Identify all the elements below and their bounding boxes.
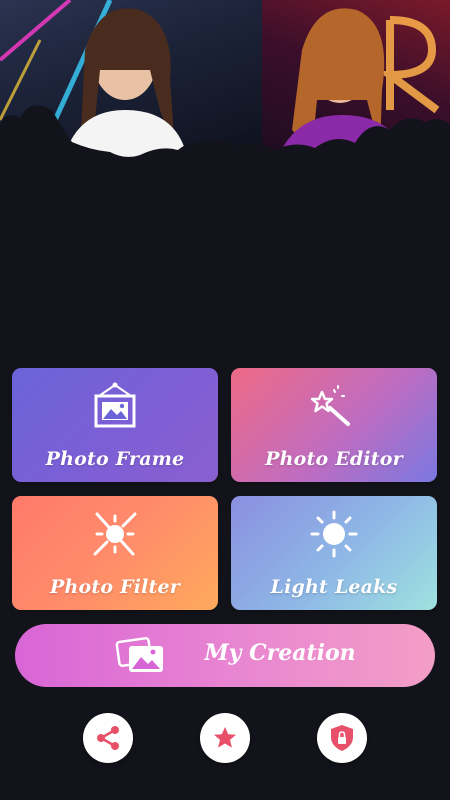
my-creation-label: My Creation bbox=[204, 640, 356, 666]
photos-stack-icon bbox=[115, 637, 163, 672]
star-icon bbox=[214, 727, 236, 748]
magic-wand-icon bbox=[310, 385, 350, 426]
photo-editor-button[interactable]: Photo Editor bbox=[231, 368, 437, 482]
photo-editor-label: Photo Editor bbox=[265, 448, 403, 470]
photo-frame-label: Photo Frame bbox=[45, 448, 185, 470]
framed-picture-icon bbox=[94, 382, 136, 428]
share-button[interactable] bbox=[83, 713, 133, 763]
filter-icon bbox=[93, 512, 137, 556]
photo-filter-button[interactable]: Photo Filter bbox=[12, 496, 218, 610]
photo-frame-button[interactable]: Photo Frame bbox=[12, 368, 218, 482]
rate-button[interactable] bbox=[200, 713, 250, 763]
shield-lock-icon bbox=[331, 725, 353, 751]
photo-filter-label: Photo Filter bbox=[49, 576, 181, 598]
light-leaks-label: Light Leaks bbox=[270, 576, 398, 598]
light-leaks-button[interactable]: Light Leaks bbox=[231, 496, 437, 610]
sun-icon bbox=[310, 510, 358, 558]
share-icon bbox=[97, 726, 119, 750]
my-creation-button[interactable]: My Creation bbox=[15, 624, 435, 687]
privacy-button[interactable] bbox=[317, 713, 367, 763]
cloud-divider bbox=[0, 105, 450, 200]
